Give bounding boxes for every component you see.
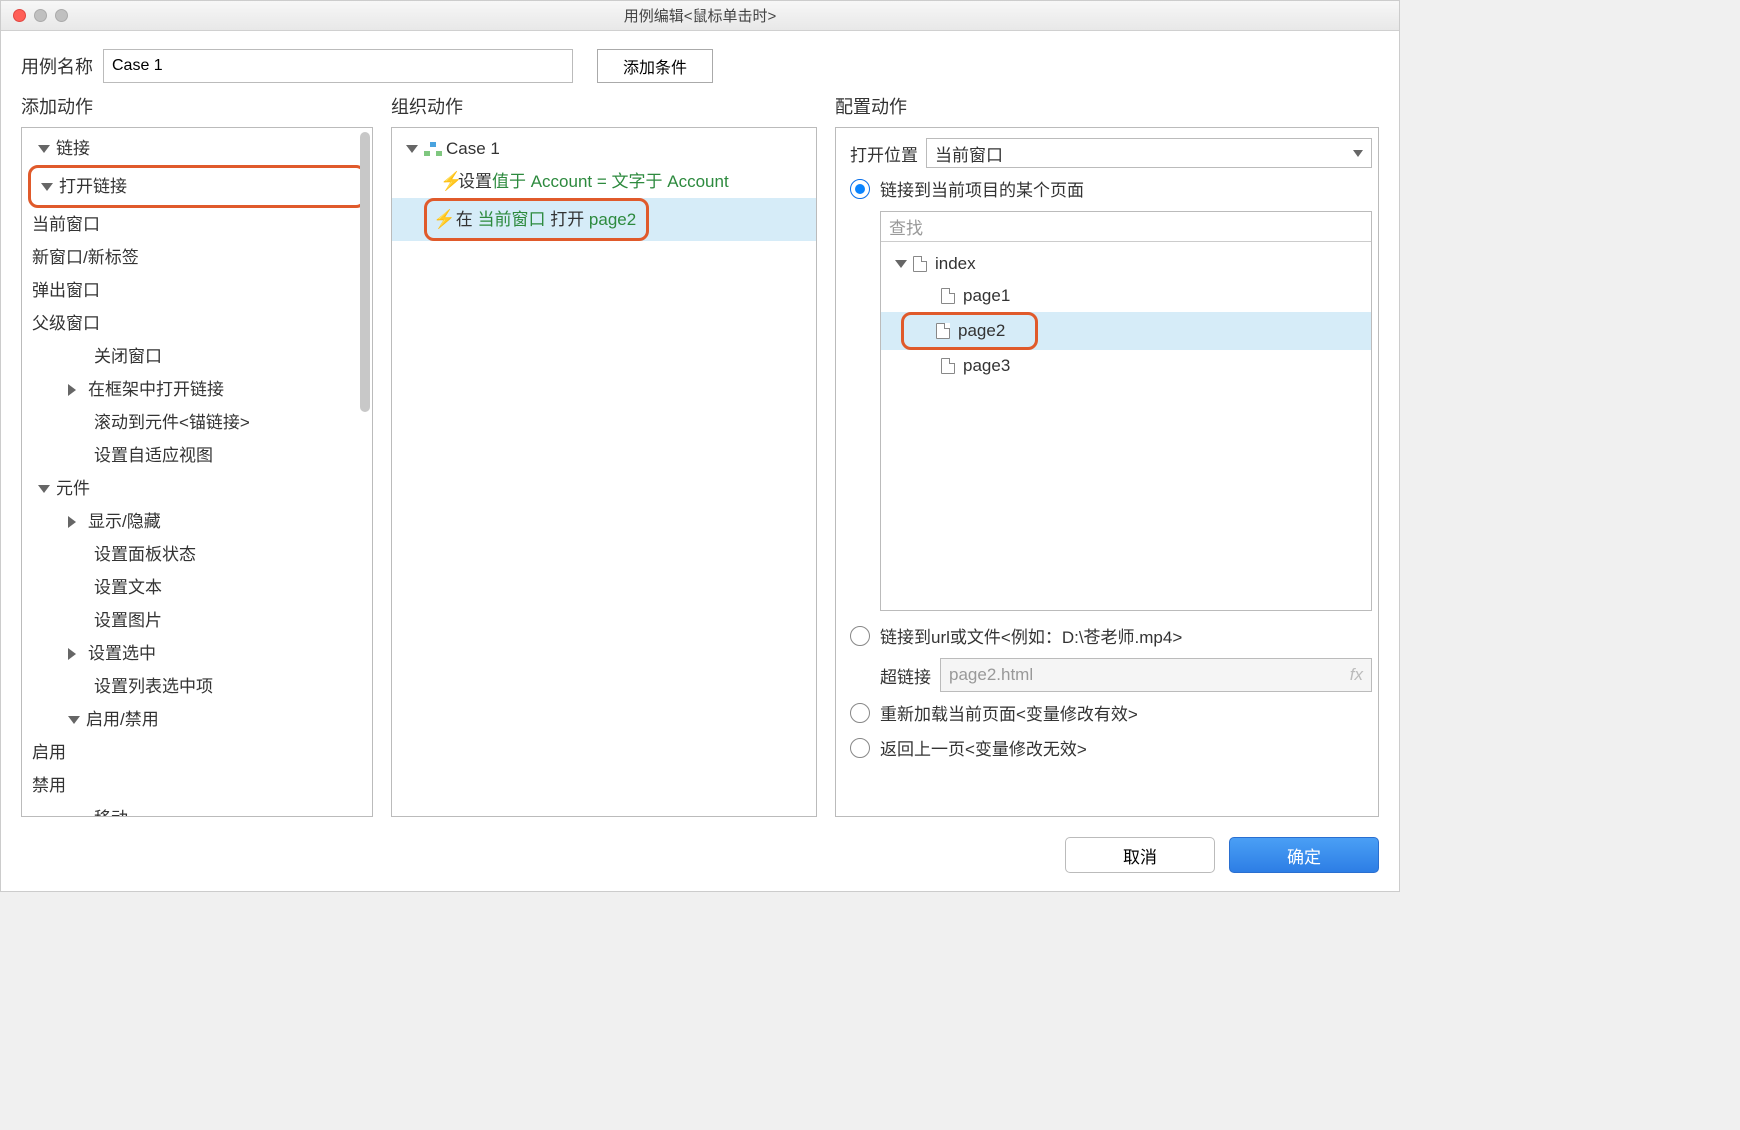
cancel-button[interactable]: 取消 [1065,837,1215,873]
bolt-icon: ⚡ [433,203,451,236]
window-maximize-icon[interactable] [55,9,68,22]
window-title: 用例编辑<鼠标单击时> [1,5,1399,26]
fx-icon[interactable]: fx [1350,665,1363,685]
scrollbar[interactable] [360,132,370,412]
tree-adaptive-view[interactable]: 设置自适应视图 [22,439,372,472]
radio-icon [850,179,870,199]
page-page1[interactable]: page1 [881,280,1371,312]
radio-link-url[interactable]: 链接到url或文件<例如：D:\苍老师.mp4> [850,623,1372,648]
cfg-action-panel: 打开位置 当前窗口 链接到当前项目的某个页面 查找 index [835,127,1379,817]
org-action-open[interactable]: ⚡ 在 当前窗口 打开 page2 [392,198,816,241]
radio-icon [850,626,870,646]
url-label: 超链接 [880,663,940,688]
tree-parent[interactable]: 父级窗口 [22,307,372,340]
open-in-label: 打开位置 [850,141,926,166]
tree-popup[interactable]: 弹出窗口 [22,274,372,307]
page-icon [936,323,950,339]
page-index[interactable]: index [881,248,1371,280]
tree-move[interactable]: 移动 [22,802,372,817]
radio-back[interactable]: 返回上一页<变量修改无效> [850,735,1372,760]
page-icon [941,358,955,374]
page-page3[interactable]: page3 [881,350,1371,382]
tree-panel-state[interactable]: 设置面板状态 [22,538,372,571]
org-case[interactable]: Case 1 [392,132,816,165]
window-minimize-icon[interactable] [34,9,47,22]
ok-button[interactable]: 确定 [1229,837,1379,873]
case-name-input[interactable] [103,49,573,83]
add-action-panel: 链接 打开链接 当前窗口 新窗口/新标签 弹出窗口 父级窗口 关闭窗口 在框架中… [21,127,373,817]
tree-new-window[interactable]: 新窗口/新标签 [22,241,372,274]
tree-enable-disable[interactable]: 启用/禁用 [22,703,372,736]
flow-icon [424,142,442,156]
org-action-panel: Case 1 ⚡ 设置 值于 Account = 文字于 Account ⚡ 在… [391,127,817,817]
tree-current-window[interactable]: 当前窗口 [22,208,372,241]
bolt-icon: ⚡ [440,165,458,198]
chevron-down-icon [1353,150,1363,157]
open-in-select[interactable]: 当前窗口 [926,138,1372,168]
search-input[interactable]: 查找 [881,212,1371,242]
tree-links[interactable]: 链接 [22,132,372,165]
tree-set-list-sel[interactable]: 设置列表选中项 [22,670,372,703]
tree-set-selected[interactable]: 设置选中 [22,637,372,670]
org-action-set[interactable]: ⚡ 设置 值于 Account = 文字于 Account [392,165,816,198]
org-action-header: 组织动作 [391,93,817,119]
add-condition-button[interactable]: 添加条件 [597,49,713,83]
tree-open-link[interactable]: 打开链接 [31,170,363,203]
open-in-value: 当前窗口 [935,141,1003,166]
tree-set-text[interactable]: 设置文本 [22,571,372,604]
window-close-icon[interactable] [13,9,26,22]
url-input[interactable]: page2.html fx [940,658,1372,692]
tree-open-in-frame[interactable]: 在框架中打开链接 [22,373,372,406]
titlebar: 用例编辑<鼠标单击时> [1,1,1399,31]
cfg-action-header: 配置动作 [835,93,1379,119]
radio-icon [850,703,870,723]
tree-show-hide[interactable]: 显示/隐藏 [22,505,372,538]
tree-enable[interactable]: 启用 [22,736,372,769]
page-icon [913,256,927,272]
page-page2[interactable]: page2 [881,312,1371,350]
page-icon [941,288,955,304]
radio-icon [850,738,870,758]
tree-widgets[interactable]: 元件 [22,472,372,505]
radio-reload[interactable]: 重新加载当前页面<变量修改有效> [850,700,1372,725]
tree-close-window[interactable]: 关闭窗口 [22,340,372,373]
tree-disable[interactable]: 禁用 [22,769,372,802]
tree-set-image[interactable]: 设置图片 [22,604,372,637]
case-name-label: 用例名称 [21,53,93,79]
add-action-header: 添加动作 [21,93,373,119]
tree-scroll-anchor[interactable]: 滚动到元件<锚链接> [22,406,372,439]
radio-link-page[interactable]: 链接到当前项目的某个页面 [850,176,1372,201]
